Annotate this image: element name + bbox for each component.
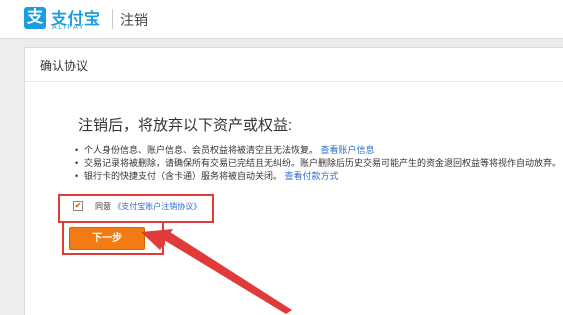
agreement-card: 确认协议 注销后，将放弃以下资产或权益: • 个人身份信息、账户信息、会员权益将… — [24, 47, 563, 315]
header-divider — [112, 9, 113, 29]
top-bar: 支 支付宝 ALIPAY 注销 — [0, 0, 563, 39]
list-item: • 银行卡的快捷支付（含卡通）服务将被自动关闭。 查看付款方式 — [73, 170, 561, 183]
bullet-icon: • — [75, 171, 79, 181]
alipay-logo-icon[interactable]: 支 — [24, 7, 46, 29]
view-account-info-link[interactable]: 查看账户信息 — [321, 145, 375, 155]
view-payment-methods-link[interactable]: 查看付款方式 — [285, 171, 339, 181]
alipay-logo-english: ALIPAY — [52, 24, 86, 31]
agree-highlight-box: ✔ 同意 《支付宝账户注销协议》 — [58, 194, 214, 223]
rule-text: 个人身份信息、账户信息、会员权益将被清空且无法恢复。 — [84, 145, 319, 155]
forfeit-list: • 个人身份信息、账户信息、会员权益将被清空且无法恢复。 查看账户信息 • 交易… — [73, 144, 561, 183]
list-item: • 个人身份信息、账户信息、会员权益将被清空且无法恢复。 查看账户信息 — [73, 144, 561, 157]
rule-text: 交易记录将被删除，请确保所有交易已完结且无纠纷。账户删除后历史交易可能产生的资金… — [84, 158, 562, 168]
cancellation-headline: 注销后，将放弃以下资产或权益: — [78, 117, 293, 134]
agree-row: 同意 《支付宝账户注销协议》 — [95, 201, 201, 212]
card-header: 确认协议 — [25, 48, 563, 82]
next-step-button[interactable]: 下一步 — [69, 227, 145, 250]
next-button-highlight-box: 下一步 — [62, 221, 164, 255]
bullet-icon: • — [75, 145, 79, 155]
bullet-icon: • — [75, 158, 79, 168]
agree-checkbox[interactable]: ✔ — [73, 201, 83, 211]
cancellation-agreement-link[interactable]: 《支付宝账户注销协议》 — [113, 202, 201, 211]
page-title: 注销 — [120, 12, 148, 28]
list-item: • 交易记录将被删除，请确保所有交易已完结且无纠纷。账户删除后历史交易可能产生的… — [73, 157, 561, 170]
agree-label: 同意 — [95, 202, 111, 211]
rule-text: 银行卡的快捷支付（含卡通）服务将被自动关闭。 — [84, 171, 283, 181]
card-title: 确认协议 — [40, 59, 89, 73]
